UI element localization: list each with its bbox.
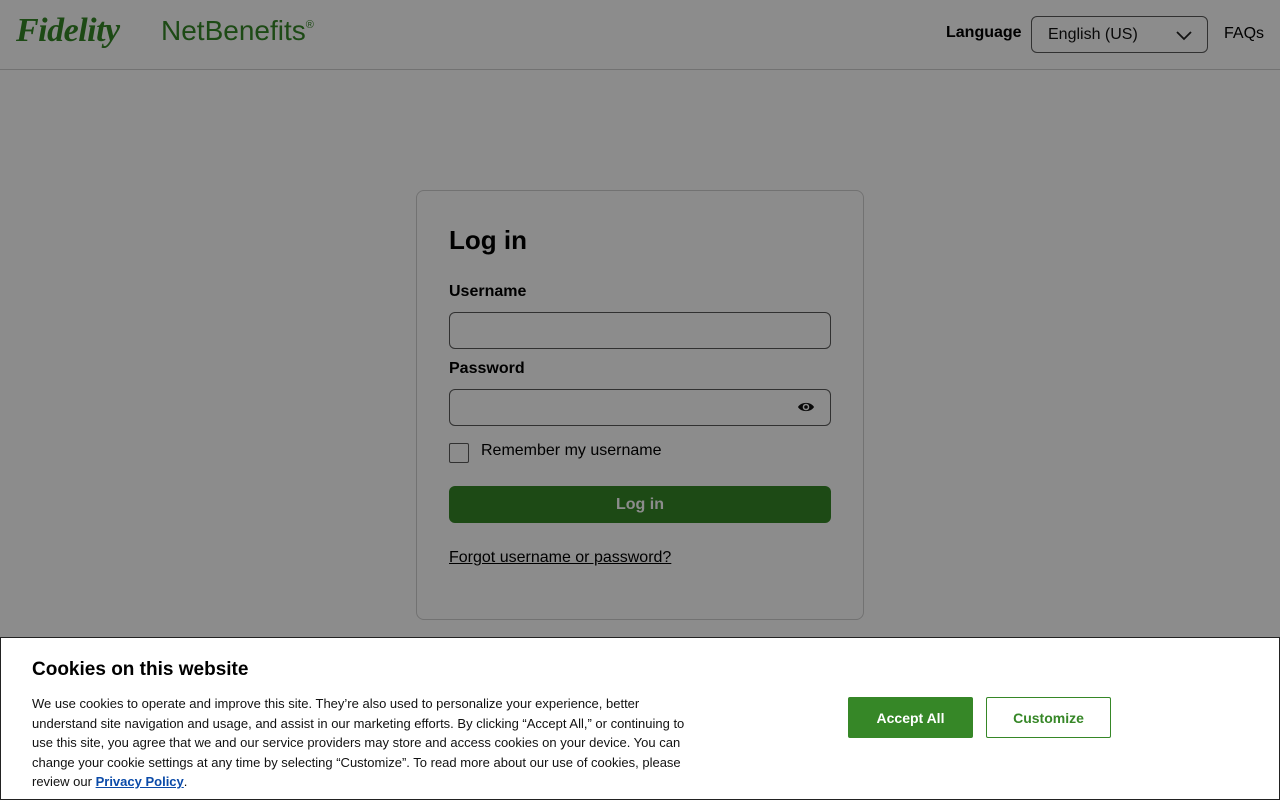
cookie-banner: Cookies on this website We use cookies t… [0, 637, 1280, 800]
cookie-title: Cookies on this website [32, 659, 249, 680]
cookie-body: We use cookies to operate and improve th… [32, 694, 692, 792]
cookie-body-period: . [183, 774, 188, 789]
customize-button[interactable]: Customize [986, 697, 1111, 738]
accept-all-button[interactable]: Accept All [848, 697, 973, 738]
privacy-policy-link[interactable]: Privacy Policy [96, 774, 184, 789]
